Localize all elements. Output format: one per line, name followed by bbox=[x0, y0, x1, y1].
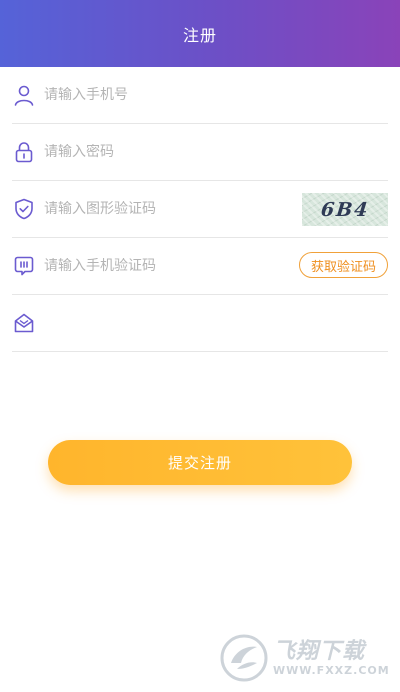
submit-register-button[interactable]: 提交注册 bbox=[48, 440, 352, 485]
user-icon bbox=[13, 84, 35, 106]
phone-input[interactable] bbox=[44, 87, 274, 103]
sms-code-input[interactable] bbox=[44, 258, 274, 274]
shield-check-icon bbox=[13, 198, 35, 220]
lock-icon bbox=[13, 141, 35, 163]
sms-code-row: 获取验证码 bbox=[12, 238, 388, 295]
register-form: 6B4 获取验证码 bbox=[12, 67, 388, 352]
watermark: 飞翔下载 WWW.FXXZ.COM bbox=[219, 628, 397, 688]
message-icon bbox=[13, 255, 35, 277]
phone-row bbox=[12, 67, 388, 124]
watermark-title: 飞翔下载 bbox=[273, 638, 366, 664]
invite-row bbox=[12, 295, 388, 352]
captcha-input[interactable] bbox=[44, 201, 274, 217]
page-title: 注册 bbox=[182, 25, 217, 45]
watermark-logo-icon bbox=[220, 634, 268, 682]
password-row bbox=[12, 124, 388, 181]
captcha-row: 6B4 bbox=[12, 181, 388, 238]
captcha-text: 6B4 bbox=[319, 198, 371, 221]
password-input[interactable] bbox=[44, 144, 274, 160]
watermark-url: WWW.FXXZ.COM bbox=[273, 663, 390, 677]
invite-envelope-icon bbox=[13, 312, 35, 334]
get-sms-code-button[interactable]: 获取验证码 bbox=[298, 252, 388, 278]
invite-code-input[interactable] bbox=[44, 315, 274, 331]
captcha-image[interactable]: 6B4 bbox=[302, 193, 388, 226]
app-header: 注册 bbox=[0, 0, 400, 67]
watermark-text: 飞翔下载 WWW.FXXZ.COM bbox=[273, 638, 390, 677]
